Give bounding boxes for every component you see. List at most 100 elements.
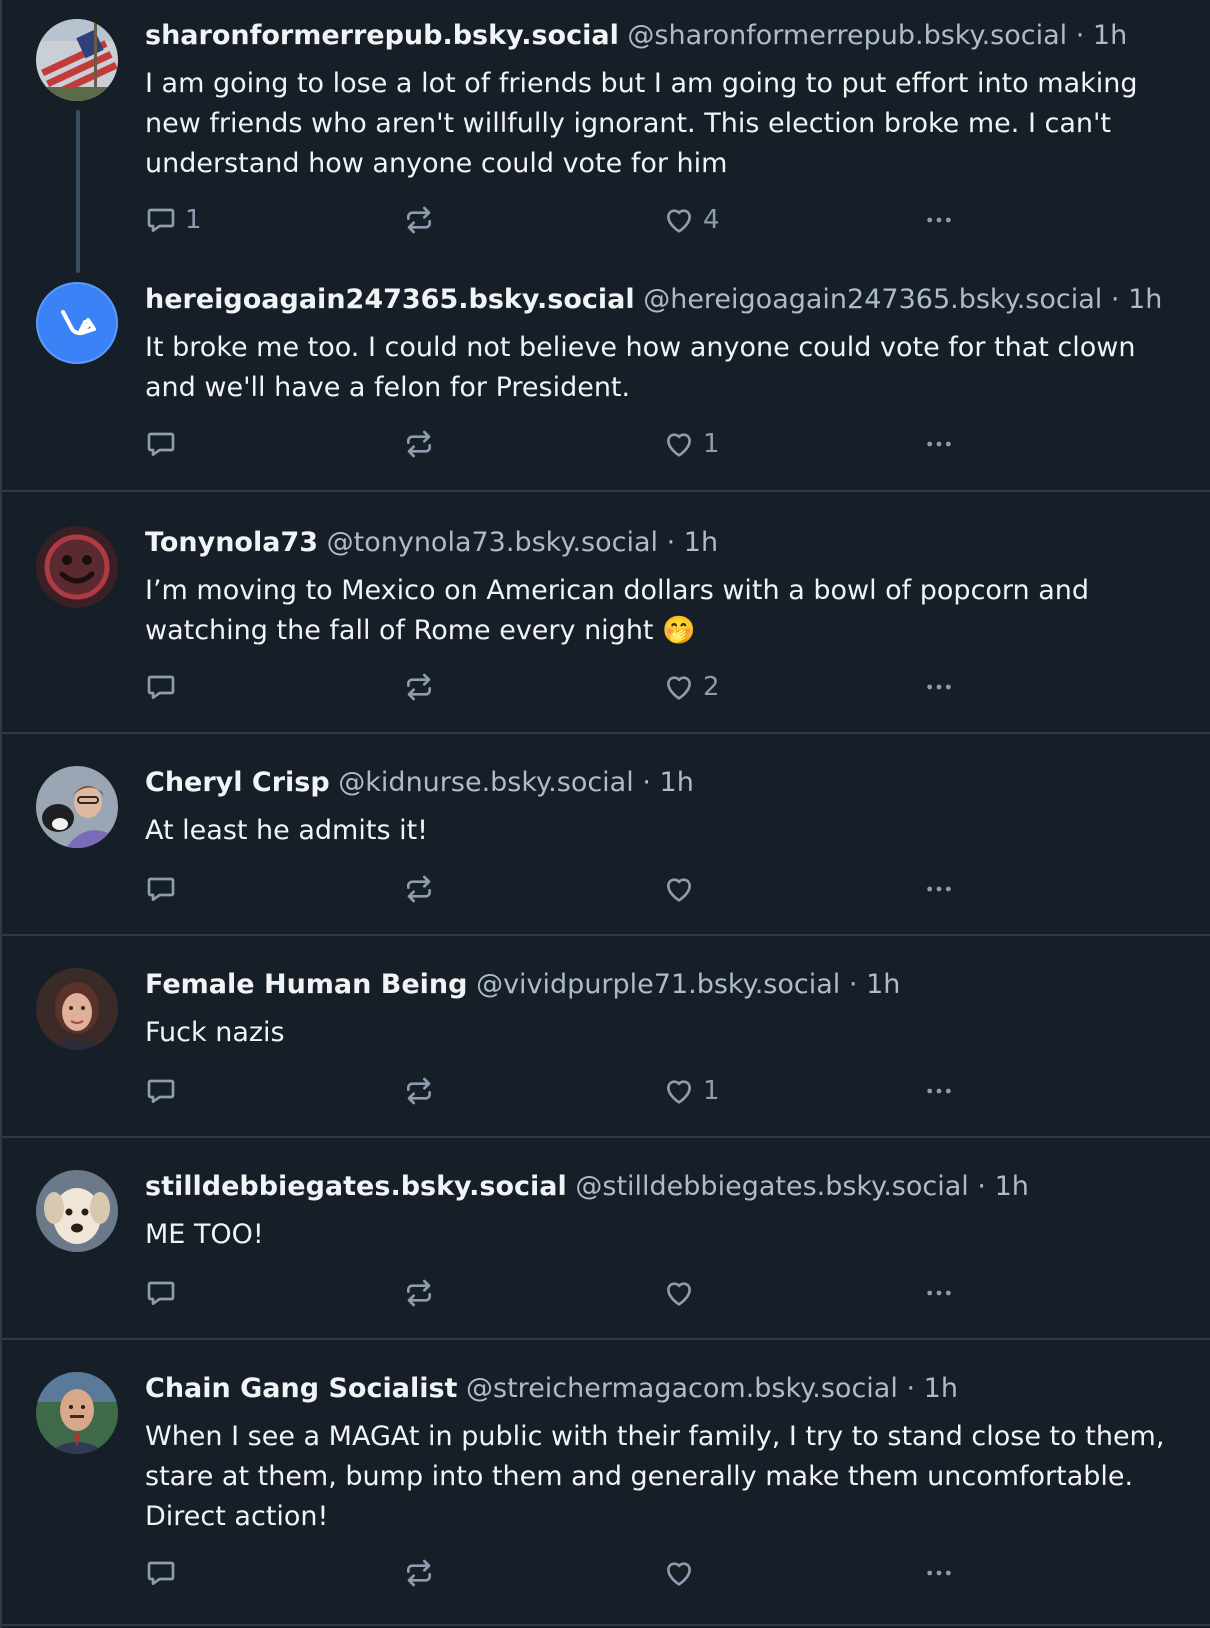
timestamp[interactable]: 1h (866, 969, 900, 1000)
reply-icon (145, 1557, 177, 1589)
display-name[interactable]: hereigoagain247365.bsky.social (145, 284, 635, 315)
more-options-button[interactable] (923, 871, 955, 907)
post-header: Female Human Being @vividpurple71.bsky.s… (145, 968, 900, 1002)
reply-icon (145, 671, 177, 703)
handle[interactable]: @kidnurse.bsky.social (338, 767, 633, 798)
repost-button[interactable] (403, 202, 443, 238)
post-text: ME TOO! (145, 1219, 264, 1250)
like-button[interactable]: 1 (663, 1073, 720, 1109)
heart-icon (663, 428, 695, 460)
post-item[interactable]: Tonynola73 @tonynola73.bsky.social · 1h … (2, 492, 1210, 734)
repost-button[interactable] (403, 1555, 443, 1591)
like-count: 2 (703, 672, 720, 702)
heart-icon (663, 1075, 695, 1107)
like-button[interactable] (663, 1555, 703, 1591)
more-options-button[interactable] (923, 669, 955, 705)
more-options-button[interactable] (923, 202, 955, 238)
post-header: sharonformerrepub.bsky.social @sharonfor… (145, 19, 1127, 53)
handle[interactable]: @streichermagacom.bsky.social (466, 1373, 898, 1404)
avatar-photo[interactable] (36, 766, 118, 848)
thread-line (76, 110, 80, 273)
avatar-photo[interactable] (36, 968, 118, 1050)
reply-button[interactable] (145, 1555, 185, 1591)
like-button[interactable]: 4 (663, 202, 720, 238)
like-button[interactable] (663, 1275, 703, 1311)
heart-icon (663, 873, 695, 905)
more-options-icon (923, 873, 955, 905)
more-options-icon (923, 1557, 955, 1589)
post-text: At least he admits it! (145, 815, 428, 846)
timestamp[interactable]: 1h (1128, 284, 1162, 315)
avatar-smiley[interactable] (36, 526, 118, 608)
timestamp[interactable]: 1h (995, 1171, 1029, 1202)
post-actions (145, 871, 1145, 907)
dog-avatar-icon (36, 1170, 118, 1252)
more-options-button[interactable] (923, 1555, 955, 1591)
like-count: 4 (703, 205, 720, 235)
repost-button[interactable] (403, 669, 443, 705)
display-name[interactable]: Tonynola73 (145, 527, 318, 558)
post-actions (145, 1555, 1145, 1591)
reply-button[interactable]: 1 (145, 202, 202, 238)
post-item[interactable]: Cheryl Crisp @kidnurse.bsky.social · 1h … (2, 734, 1210, 936)
post-actions: 1 4 (145, 202, 1145, 238)
separator: · (906, 1373, 916, 1404)
like-button[interactable]: 2 (663, 669, 720, 705)
repost-button[interactable] (403, 426, 443, 462)
avatar-flag[interactable] (36, 19, 118, 101)
separator: · (977, 1171, 986, 1202)
timestamp[interactable]: 1h (924, 1373, 958, 1404)
handle[interactable]: @vividpurple71.bsky.social (476, 969, 840, 1000)
avatar-photo[interactable] (36, 1170, 118, 1252)
post-text: It broke me too. I could not believe how… (145, 332, 1136, 403)
handle[interactable]: @stilldebbiegates.bsky.social (575, 1171, 968, 1202)
more-options-button[interactable] (923, 1275, 955, 1311)
more-options-button[interactable] (923, 426, 955, 462)
post-item[interactable]: Female Human Being @vividpurple71.bsky.s… (2, 936, 1210, 1138)
reply-button[interactable] (145, 1275, 185, 1311)
repost-icon (403, 873, 435, 905)
timestamp[interactable]: 1h (684, 527, 718, 558)
reply-button[interactable] (145, 871, 185, 907)
repost-icon (403, 671, 435, 703)
display-name[interactable]: stilldebbiegates.bsky.social (145, 1171, 567, 1202)
post-header: Chain Gang Socialist @streichermagacom.b… (145, 1372, 958, 1406)
timestamp[interactable]: 1h (1093, 20, 1127, 51)
display-name[interactable]: Chain Gang Socialist (145, 1373, 457, 1404)
handle[interactable]: @sharonformerrepub.bsky.social (627, 20, 1067, 51)
heart-icon (663, 671, 695, 703)
reply-button[interactable] (145, 669, 185, 705)
repost-icon (403, 1557, 435, 1589)
post-text: When I see a MAGAt in public with their … (145, 1421, 1165, 1532)
display-name[interactable]: Female Human Being (145, 969, 467, 1000)
post-header: Tonynola73 @tonynola73.bsky.social · 1h (145, 526, 718, 560)
post-item[interactable]: Chain Gang Socialist @streichermagacom.b… (2, 1340, 1210, 1626)
post-item[interactable]: sharonformerrepub.bsky.social @sharonfor… (2, 0, 1210, 273)
post-thread-feed: sharonformerrepub.bsky.social @sharonfor… (0, 0, 1210, 1628)
handle[interactable]: @hereigoagain247365.bsky.social (643, 284, 1102, 315)
post-item[interactable]: stilldebbiegates.bsky.social @stilldebbi… (2, 1138, 1210, 1340)
handle[interactable]: @tonynola73.bsky.social (327, 527, 658, 558)
display-name[interactable]: sharonformerrepub.bsky.social (145, 20, 619, 51)
more-options-icon (923, 428, 955, 460)
repost-button[interactable] (403, 1073, 443, 1109)
repost-button[interactable] (403, 871, 443, 907)
repost-button[interactable] (403, 1275, 443, 1311)
reply-button[interactable] (145, 426, 185, 462)
avatar-default[interactable] (36, 282, 118, 364)
more-options-button[interactable] (923, 1073, 955, 1109)
like-button[interactable]: 1 (663, 426, 720, 462)
timestamp[interactable]: 1h (660, 767, 694, 798)
like-button[interactable] (663, 871, 703, 907)
like-count: 1 (703, 1076, 720, 1106)
post-text: I am going to lose a lot of friends but … (145, 68, 1138, 179)
like-count: 1 (703, 429, 720, 459)
display-name[interactable]: Cheryl Crisp (145, 767, 330, 798)
shaka-hand-icon (36, 282, 118, 364)
avatar-photo[interactable] (36, 1372, 118, 1454)
post-text: I’m moving to Mexico on American dollars… (145, 575, 1090, 646)
post-actions: 1 (145, 426, 1145, 462)
post-item[interactable]: hereigoagain247365.bsky.social @hereigoa… (2, 270, 1210, 492)
reply-button[interactable] (145, 1073, 185, 1109)
post-text: Fuck nazis (145, 1017, 285, 1048)
